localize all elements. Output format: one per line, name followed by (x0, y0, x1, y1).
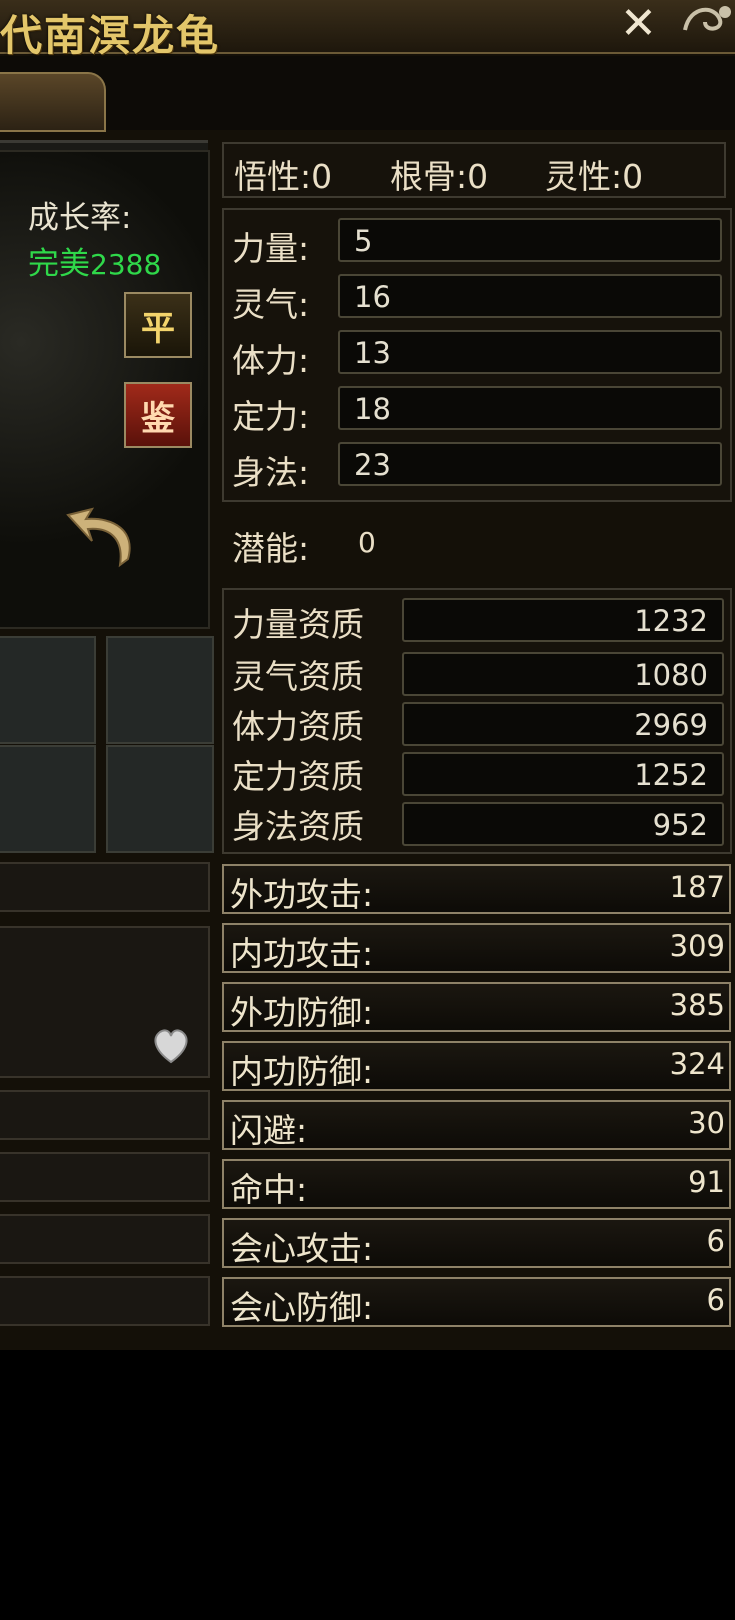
info-bar (0, 1090, 210, 1140)
back-arrow-icon[interactable] (62, 505, 140, 569)
heart-icon[interactable] (150, 1024, 192, 1066)
skill-slot[interactable] (0, 745, 96, 853)
appraise-button[interactable]: 鉴 (124, 382, 192, 448)
battle-stat-row: 内功防御: 324 (222, 1041, 731, 1091)
battle-stat-row: 命中: 91 (222, 1159, 731, 1209)
skill-slot[interactable] (0, 636, 96, 744)
potential-value: 0 (358, 526, 376, 559)
info-bar (0, 1214, 210, 1264)
growth-grade: 完美 (28, 246, 90, 282)
skill-slot[interactable] (106, 636, 214, 744)
potential-label: 潜能: (232, 529, 310, 568)
ornament-icon (683, 6, 731, 31)
close-icon[interactable]: ✕ (620, 0, 657, 49)
gengu-stat: 根骨:0 (390, 157, 489, 196)
lingxing-stat: 灵性:0 (545, 157, 644, 196)
battle-stat-row: 外功防御: 385 (222, 982, 731, 1032)
aptitude-field: 1080 (402, 652, 724, 696)
aptitude-label: 灵气资质 (232, 657, 364, 696)
aptitude-field: 1232 (402, 598, 724, 642)
skill-slot[interactable] (106, 745, 214, 853)
attr-field: 16 (338, 274, 722, 318)
battle-stat-row: 会心攻击: 6 (222, 1218, 731, 1268)
attr-field: 5 (338, 218, 722, 262)
wuxing-stat: 悟性:0 (234, 157, 333, 196)
attr-label: 定力: (232, 397, 310, 436)
attr-field: 23 (338, 442, 722, 486)
pet-info-window: 代南溟龙龟 ✕ 成长率: 完美2388 平 鉴 悟性:0 根骨:0 灵性:0 力… (0, 0, 735, 1350)
info-bar (0, 1152, 210, 1202)
aptitude-label: 体力资质 (232, 707, 364, 746)
aptitude-field: 2969 (402, 702, 724, 746)
growth-rate-value: 完美2388 (28, 238, 161, 283)
tab-pet[interactable] (0, 72, 106, 132)
evaluate-flat-button[interactable]: 平 (124, 292, 192, 358)
attr-label: 灵气: (232, 285, 310, 324)
attr-field: 18 (338, 386, 722, 430)
aptitude-label: 身法资质 (232, 807, 364, 846)
growth-number: 2388 (90, 248, 162, 281)
aptitude-field: 1252 (402, 752, 724, 796)
info-bar (0, 1276, 210, 1326)
battle-stat-row: 闪避: 30 (222, 1100, 731, 1150)
attr-label: 力量: (232, 229, 310, 268)
growth-rate-label: 成长率: (28, 200, 132, 236)
tab-row (0, 56, 735, 130)
attr-field: 13 (338, 330, 722, 374)
title-bar[interactable]: 代南溟龙龟 ✕ (0, 0, 735, 60)
battle-stat-row: 内功攻击: 309 (222, 923, 731, 973)
battle-stat-row: 会心防御: 6 (222, 1277, 731, 1327)
window-title: 代南溟龙龟 (0, 11, 221, 60)
aptitude-field: 952 (402, 802, 724, 846)
battle-stat-row: 外功攻击: 187 (222, 864, 731, 914)
aptitude-label: 力量资质 (232, 605, 364, 644)
aptitude-label: 定力资质 (232, 757, 364, 796)
info-bar (0, 862, 210, 912)
attr-label: 身法: (232, 453, 310, 492)
attr-label: 体力: (232, 341, 310, 380)
